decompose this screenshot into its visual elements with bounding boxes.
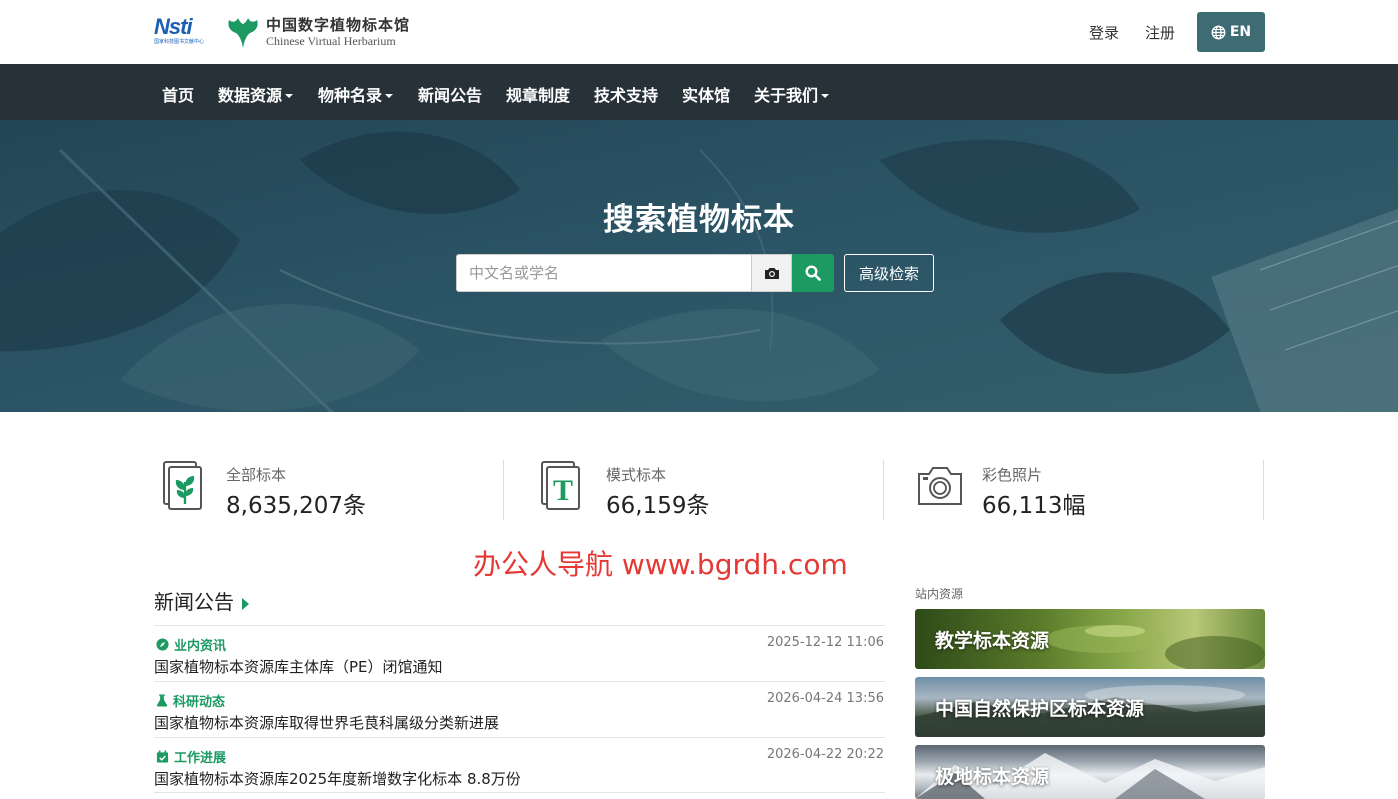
site-title-en: Chinese Virtual Herbarium [266, 34, 396, 48]
register-link[interactable]: 注册 [1145, 22, 1175, 43]
ginkgo-leaf-icon [228, 18, 258, 48]
resources-section-label: 站内资源 [915, 587, 964, 601]
resource-card-polar-specimens[interactable]: 极地标本资源 [915, 745, 1265, 799]
caret-down-icon [385, 93, 394, 98]
stat-value: 66,159条 [606, 493, 710, 519]
caret-down-icon [285, 93, 294, 98]
news-section-title[interactable]: 新闻公告 [154, 586, 249, 615]
site-logo[interactable]: Nsti 国家科技图书文献中心 中国数字植物标本馆 Chinese Virtua… [154, 12, 410, 52]
camera-icon [918, 467, 962, 505]
nav-item-about[interactable]: 关于我们 [754, 82, 830, 106]
top-header: Nsti 国家科技图书文献中心 中国数字植物标本馆 Chinese Virtua… [0, 0, 1398, 64]
nav-item-tech-support[interactable]: 技术支持 [594, 82, 658, 106]
nav-item-news[interactable]: 新闻公告 [418, 82, 482, 106]
login-link[interactable]: 登录 [1089, 22, 1119, 43]
nav-item-physical-herbarium[interactable]: 实体馆 [682, 82, 730, 106]
type-specimen-icon: T [541, 461, 580, 510]
image-search-button[interactable] [751, 254, 792, 292]
nav-item-species-list[interactable]: 物种名录 [318, 82, 394, 106]
news-category[interactable]: 科研动态 [156, 691, 225, 710]
nstl-logo-subtitle: 国家科技图书文献中心 [154, 39, 205, 45]
news-category[interactable]: 工作进展 [156, 747, 226, 766]
language-label: EN [1229, 24, 1252, 40]
news-item[interactable]: 工作进展 2026-04-22 20:22 国家植物标本资源库2025年度新增数… [154, 737, 885, 793]
advanced-search-button[interactable]: 高级检索 [844, 254, 934, 292]
news-title-link[interactable]: 国家植物标本资源库2025年度新增数字化标本 8.8万份 [154, 768, 521, 789]
stat-value: 66,113幅 [982, 493, 1086, 519]
nstl-logo[interactable]: Nsti 国家科技图书文献中心 [154, 15, 216, 49]
caret-down-icon [821, 93, 830, 98]
stat-divider [503, 460, 504, 520]
news-list: 业内资讯 2025-12-12 11:06 国家植物标本资源库主体库（PE）闭馆… [154, 625, 885, 793]
resource-card-nature-reserve-specimens[interactable]: 中国自然保护区标本资源 [915, 677, 1265, 737]
globe-icon [1211, 25, 1226, 39]
stat-value: 8,635,207条 [226, 493, 367, 519]
search-icon [805, 265, 821, 281]
news-date: 2026-04-22 20:22 [766, 747, 884, 762]
stat-label: 模式标本 [606, 466, 667, 484]
nav-item-regulations[interactable]: 规章制度 [506, 82, 570, 106]
search-hero: 搜索植物标本 高级检索 [0, 120, 1398, 412]
watermark-text: 办公人导航 www.bgrdh.com [473, 548, 848, 581]
nstl-logo-text: Nsti [154, 14, 193, 39]
calendar-check-icon [156, 750, 169, 763]
stat-label: 彩色照片 [982, 466, 1043, 484]
nav-item-home[interactable]: 首页 [162, 82, 194, 106]
svg-text:T: T [553, 474, 573, 507]
news-title-link[interactable]: 国家植物标本资源库主体库（PE）闭馆通知 [154, 656, 443, 677]
news-title-link[interactable]: 国家植物标本资源库取得世界毛茛科属级分类新进展 [154, 712, 499, 733]
news-item[interactable]: 科研动态 2026-04-24 13:56 国家植物标本资源库取得世界毛茛科属级… [154, 681, 885, 737]
news-category[interactable]: 业内资讯 [156, 635, 226, 654]
hero-title: 搜索植物标本 [603, 202, 795, 238]
camera-icon [764, 268, 779, 279]
nav-item-data-resources[interactable]: 数据资源 [218, 82, 294, 106]
news-date: 2025-12-12 11:06 [766, 635, 884, 650]
stat-divider [1263, 460, 1264, 520]
main-nav: 首页 数据资源 物种名录 新闻公告 规章制度 技术支持 实体馆 关于我们 [0, 64, 1398, 120]
caret-right-icon [242, 597, 249, 610]
language-button[interactable]: EN [1197, 12, 1265, 52]
flask-icon [156, 694, 168, 707]
site-title-cn: 中国数字植物标本馆 [266, 16, 411, 34]
news-date: 2026-04-24 13:56 [766, 691, 884, 706]
plant-icon [163, 461, 202, 510]
stat-divider [883, 460, 884, 520]
compass-icon [156, 638, 169, 651]
search-button[interactable] [792, 254, 834, 292]
resource-card-teaching-specimens[interactable]: 教学标本资源 [915, 609, 1265, 669]
specimen-search-input[interactable] [456, 254, 752, 292]
stat-label: 全部标本 [226, 466, 287, 484]
news-item[interactable]: 业内资讯 2025-12-12 11:06 国家植物标本资源库主体库（PE）闭馆… [154, 625, 885, 681]
